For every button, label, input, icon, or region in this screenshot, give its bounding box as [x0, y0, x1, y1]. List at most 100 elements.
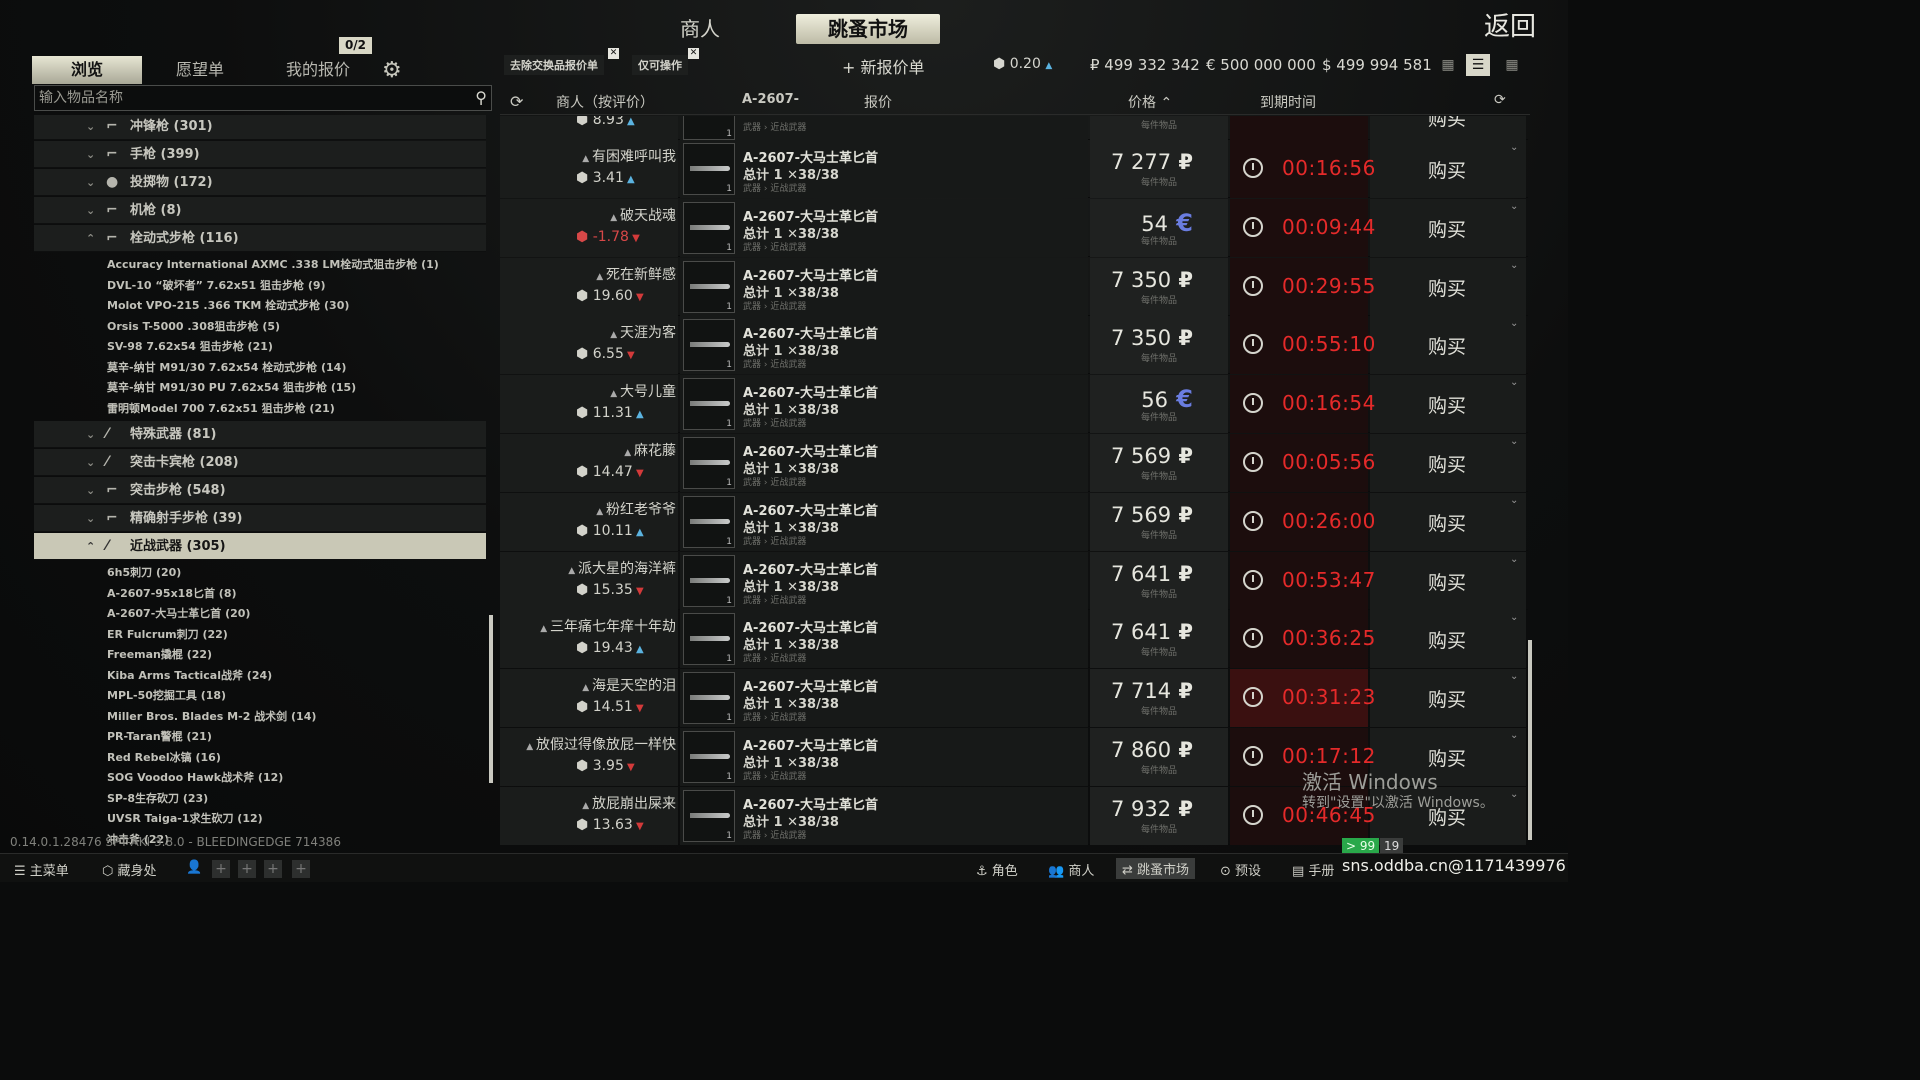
chevron-down-icon[interactable]: ⌄ — [1510, 436, 1518, 447]
chevron-icon[interactable]: ⌄ — [86, 169, 95, 196]
item-thumbnail[interactable]: 1 — [683, 260, 735, 313]
seller-name[interactable]: ▲ 有困难呼叫我 — [582, 146, 676, 166]
buy-button[interactable]: 购买 — [1428, 391, 1466, 418]
chevron-icon[interactable]: ⌄ — [86, 477, 95, 504]
item-thumbnail[interactable]: 1 — [683, 319, 735, 372]
filter-only-functional[interactable]: 仅可操作 — [632, 55, 688, 75]
subcategory-item[interactable]: UVSR Taiga-1求生砍刀 (12) — [107, 809, 263, 829]
add-offer-button[interactable]: + 新报价单 — [842, 54, 925, 78]
buy-button[interactable]: 购买 — [1428, 626, 1466, 653]
subcategory-item[interactable]: 6h5刺刀 (20) — [107, 563, 181, 583]
tab-flea-market[interactable]: 跳蚤市场 — [796, 14, 940, 44]
chevron-icon[interactable]: ⌃ — [86, 225, 95, 252]
chevron-icon[interactable]: ⌄ — [86, 421, 95, 448]
subcategory-item[interactable]: SP-8生存砍刀 (23) — [107, 789, 208, 809]
chevron-icon[interactable]: ⌄ — [86, 141, 95, 168]
seller-name[interactable]: ▲ 海是天空的泪 — [582, 675, 676, 695]
search-icon[interactable]: ⚲ — [475, 88, 487, 107]
view-compact-icon[interactable]: ▦ — [1436, 54, 1460, 76]
tab-browse[interactable]: 浏览 — [32, 56, 142, 84]
buy-button[interactable]: 购买 — [1428, 274, 1466, 301]
chevron-icon[interactable]: ⌄ — [86, 449, 95, 476]
subcategory-item[interactable]: 莫辛-纳甘 M91/30 7.62x54 栓动式步枪 (14) — [107, 358, 346, 378]
seller-name[interactable]: ▲ 破天战魂 — [610, 205, 676, 225]
seller-name[interactable]: ▲ 派大星的海洋裤 — [568, 558, 676, 578]
tab-wishlist[interactable]: 愿望单 — [150, 56, 250, 84]
chevron-icon[interactable]: ⌄ — [86, 505, 95, 532]
subcategory-item[interactable]: Orsis T-5000 .308狙击步枪 (5) — [107, 317, 280, 337]
item-thumbnail[interactable]: 1 — [683, 672, 735, 725]
category-row[interactable]: ⌄ ⁄ 特殊武器 (81) — [34, 421, 486, 448]
seller-name[interactable]: ▲ 粉红老爷爷 — [596, 499, 676, 519]
quick-slot[interactable]: + — [212, 860, 230, 878]
item-thumbnail[interactable]: 1 — [683, 554, 735, 607]
subcategory-item[interactable]: Freeman撬棍 (22) — [107, 645, 212, 665]
player-icon[interactable]: 👤 — [186, 860, 202, 875]
subcategory-item[interactable]: PR-Taran警棍 (21) — [107, 727, 212, 747]
seller-name[interactable]: ▲ 三年痛七年痒十年劫 — [540, 616, 676, 636]
buy-button[interactable]: 购买 — [1428, 116, 1466, 131]
buy-button[interactable]: 购买 — [1428, 685, 1466, 712]
flea-market-button[interactable]: ⇄ 跳蚤市场 — [1116, 858, 1196, 879]
category-row[interactable]: ⌄ ⌐ 冲锋枪 (301) — [34, 115, 486, 140]
chevron-icon[interactable]: ⌃ — [86, 533, 95, 560]
chevron-icon[interactable]: ⌄ — [86, 197, 95, 224]
auto-refresh-icon[interactable]: ⟳ — [1494, 92, 1506, 108]
subcategory-item[interactable]: Red Rebel冰镐 (16) — [107, 748, 221, 768]
subcategory-item[interactable]: Miller Bros. Blades M-2 战术剑 (14) — [107, 707, 316, 727]
subcategory-item[interactable]: ER Fulcrum刺刀 (22) — [107, 625, 228, 645]
item-thumbnail[interactable]: 1 — [683, 143, 735, 195]
subcategory-item[interactable]: A-2607-大马士革匕首 (20) — [107, 604, 250, 624]
chevron-down-icon[interactable]: ⌄ — [1510, 318, 1518, 329]
close-icon[interactable]: ✕ — [688, 48, 699, 59]
sort-by-expiry[interactable]: 到期时间 — [1260, 92, 1316, 112]
subcategory-item[interactable]: A-2607-95x18匕首 (8) — [107, 584, 237, 604]
chevron-down-icon[interactable]: ⌄ — [1510, 260, 1518, 271]
subcategory-item[interactable]: MPL-50挖掘工具 (18) — [107, 686, 226, 706]
seller-name[interactable]: ▲ 死在新鲜感 — [596, 264, 676, 284]
refresh-icon[interactable]: ⟳ — [510, 92, 523, 111]
item-thumbnail[interactable]: 1 — [683, 378, 735, 431]
main-menu-button[interactable]: ☰ 主菜单 — [14, 860, 69, 879]
chevron-down-icon[interactable]: ⌄ — [1510, 554, 1518, 565]
buy-button[interactable]: 购买 — [1428, 509, 1466, 536]
category-row[interactable]: ⌄ ⌐ 突击步枪 (548) — [34, 477, 486, 504]
subcategory-item[interactable]: 莫辛-纳甘 M91/30 PU 7.62x54 狙击步枪 (15) — [107, 378, 356, 398]
category-row[interactable]: ⌃ ⁄ 近战武器 (305) — [34, 533, 486, 560]
seller-name[interactable]: ▲ 放屁崩出屎来 — [582, 793, 676, 813]
item-thumbnail[interactable]: 1 — [683, 116, 735, 140]
category-row[interactable]: ⌄ ⌐ 机枪 (8) — [34, 197, 486, 224]
subcategory-item[interactable]: Kiba Arms Tactical战斧 (24) — [107, 666, 272, 686]
chevron-icon[interactable]: ⌄ — [86, 115, 95, 140]
subcategory-item[interactable]: SOG Voodoo Hawk战术斧 (12) — [107, 768, 283, 788]
subcategory-item[interactable]: Molot VPO-215 .366 TKM 栓动式步枪 (30) — [107, 296, 349, 316]
item-thumbnail[interactable]: 1 — [683, 201, 735, 254]
seller-name[interactable]: ▲ 放假过得像放屁一样快 — [526, 734, 676, 754]
view-grid-icon[interactable]: ▦ — [1500, 54, 1524, 76]
subcategory-item[interactable]: SV-98 7.62x54 狙击步枪 (21) — [107, 337, 273, 357]
buy-button[interactable]: 购买 — [1428, 450, 1466, 477]
quick-slot[interactable]: + — [238, 860, 256, 878]
back-button[interactable]: 返回 — [1484, 6, 1536, 43]
item-thumbnail[interactable]: 1 — [683, 437, 735, 489]
seller-name[interactable]: ▲ 大号儿童 — [610, 381, 676, 401]
category-row[interactable]: ⌄ ⁄ 突击卡宾枪 (208) — [34, 449, 486, 476]
sort-by-seller[interactable]: 商人（按评价） — [556, 92, 654, 112]
search-input[interactable] — [35, 86, 465, 110]
chevron-down-icon[interactable]: ⌄ — [1510, 730, 1518, 741]
category-row[interactable]: ⌄ ⌐ 精确射手步枪 (39) — [34, 505, 486, 532]
item-thumbnail[interactable]: 1 — [683, 731, 735, 783]
chevron-down-icon[interactable]: ⌄ — [1510, 201, 1518, 212]
item-thumbnail[interactable]: 1 — [683, 613, 735, 666]
chevron-down-icon[interactable]: ⌄ — [1510, 671, 1518, 682]
close-icon[interactable]: ✕ — [608, 48, 619, 59]
traders-button[interactable]: 👥 商人 — [1048, 860, 1094, 879]
category-scrollbar[interactable] — [489, 615, 493, 783]
hideout-button[interactable]: ⬡ 藏身处 — [102, 860, 157, 879]
buy-button[interactable]: 购买 — [1428, 332, 1466, 359]
quick-slot[interactable]: + — [264, 860, 282, 878]
sort-by-price[interactable]: 价格 ⌃ — [1128, 92, 1172, 112]
quick-slot[interactable]: + — [292, 860, 310, 878]
seller-name[interactable]: ▲ 麻花藤 — [624, 440, 676, 460]
subcategory-item[interactable]: Accuracy International AXMC .338 LM栓动式狙击… — [107, 255, 439, 275]
